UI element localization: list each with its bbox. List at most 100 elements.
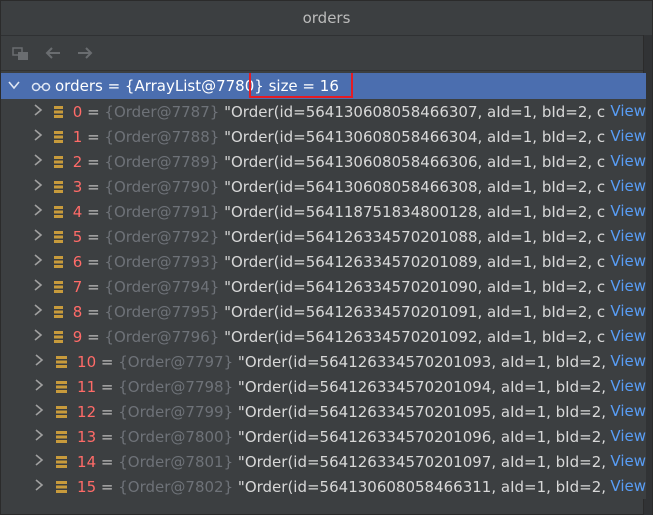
equals-sign: =	[82, 177, 105, 196]
chevron-right-icon[interactable]	[33, 229, 44, 244]
view-link[interactable]: View	[606, 474, 646, 499]
view-link[interactable]: View	[606, 199, 646, 224]
list-item[interactable]: 13 = {Order@7800} "Order(id=564126334570…	[1, 424, 646, 449]
equals-sign: =	[82, 252, 105, 271]
chevron-right-icon[interactable]	[33, 254, 44, 269]
equals-sign: =	[82, 127, 105, 146]
chevron-right-icon[interactable]	[33, 204, 44, 219]
variable-ref: {ArrayList@7780}	[124, 77, 264, 95]
chevron-right-icon[interactable]	[33, 379, 46, 394]
chevron-right-icon[interactable]	[33, 454, 46, 469]
item-ref: {Order@7800}	[118, 427, 234, 446]
item-index: 2	[72, 152, 83, 171]
forward-arrow-icon[interactable]	[73, 41, 97, 65]
item-index: 14	[77, 452, 97, 471]
list-item[interactable]: 14 = {Order@7801} "Order(id=564126334570…	[1, 449, 646, 474]
item-ref: {Order@7801}	[118, 452, 234, 471]
field-stack-icon	[55, 455, 68, 468]
chevron-right-icon[interactable]	[33, 329, 44, 344]
variable-name: orders	[55, 77, 103, 95]
field-stack-icon	[53, 180, 63, 193]
item-value: "Order(id=564126334570201096, aId=1, bId…	[237, 427, 646, 446]
equals-sign: =	[82, 277, 105, 296]
toolbar	[1, 36, 652, 71]
view-link[interactable]: View	[606, 399, 646, 424]
field-stack-icon	[53, 230, 63, 243]
view-link[interactable]: View	[606, 124, 646, 149]
chevron-right-icon[interactable]	[33, 304, 44, 319]
chevron-right-icon[interactable]	[33, 104, 44, 119]
view-link[interactable]: View	[606, 174, 646, 199]
item-index: 15	[77, 477, 97, 496]
view-link[interactable]: View	[606, 299, 646, 324]
chevron-down-icon[interactable]	[7, 79, 21, 93]
chevron-right-icon[interactable]	[33, 129, 44, 144]
list-item[interactable]: 5 = {Order@7792} "Order(id=5641263345702…	[1, 224, 646, 249]
item-ref: {Order@7796}	[104, 327, 220, 346]
list-item[interactable]: 12 = {Order@7799} "Order(id=564126334570…	[1, 399, 646, 424]
item-index: 10	[77, 352, 97, 371]
equals-sign: =	[82, 327, 105, 346]
view-link[interactable]: View	[606, 249, 646, 274]
view-link[interactable]: View	[606, 349, 646, 374]
equals-sign: =	[96, 352, 119, 371]
chevron-right-icon[interactable]	[33, 279, 44, 294]
list-item[interactable]: 3 = {Order@7790} "Order(id=5641306080584…	[1, 174, 646, 199]
item-value: "Order(id=564118751834800128, aId=1, bId…	[224, 202, 646, 221]
tree-frame-icon[interactable]	[9, 41, 33, 65]
view-link[interactable]: View	[606, 374, 646, 399]
item-index: 13	[77, 427, 97, 446]
list-item[interactable]: 10 = {Order@7797} "Order(id=564126334570…	[1, 349, 646, 374]
back-arrow-icon[interactable]	[41, 41, 65, 65]
item-index: 1	[72, 127, 83, 146]
item-value: "Order(id=564126334570201094, aId=1, bId…	[237, 377, 646, 396]
item-value: "Order(id=564130608058466311, aId=1, bId…	[237, 477, 646, 496]
view-link[interactable]: View	[606, 424, 646, 449]
tree-root-row[interactable]: orders = {ArrayList@7780} size = 16	[1, 73, 646, 99]
item-ref: {Order@7791}	[104, 202, 220, 221]
equals-sign: =	[82, 102, 105, 121]
list-item[interactable]: 8 = {Order@7795} "Order(id=5641263345702…	[1, 299, 646, 324]
view-link[interactable]: View	[606, 449, 646, 474]
item-ref: {Order@7802}	[118, 477, 234, 496]
item-value: "Order(id=564126334570201095, aId=1, bId…	[237, 402, 646, 421]
chevron-right-icon[interactable]	[33, 429, 46, 444]
list-item[interactable]: 6 = {Order@7793} "Order(id=5641263345702…	[1, 249, 646, 274]
view-link[interactable]: View	[606, 149, 646, 174]
field-stack-icon	[53, 130, 63, 143]
item-ref: {Order@7787}	[104, 102, 220, 121]
view-link[interactable]: View	[606, 99, 646, 124]
chevron-right-icon[interactable]	[33, 154, 44, 169]
item-value: "Order(id=564126334570201097, aId=1, bId…	[237, 452, 646, 471]
item-value: "Order(id=564130608058466306, aId=1, bId…	[224, 152, 646, 171]
list-item[interactable]: 9 = {Order@7796} "Order(id=5641263345702…	[1, 324, 646, 349]
list-item[interactable]: 7 = {Order@7794} "Order(id=5641263345702…	[1, 274, 646, 299]
list-item[interactable]: 1 = {Order@7788} "Order(id=5641306080584…	[1, 124, 646, 149]
item-value: "Order(id=564126334570201092, aId=1, bId…	[224, 327, 646, 346]
equals-sign: =	[82, 302, 105, 321]
item-index: 3	[72, 177, 83, 196]
chevron-right-icon[interactable]	[33, 479, 46, 494]
list-item[interactable]: 15 = {Order@7802} "Order(id=564130608058…	[1, 474, 646, 499]
equals-sign: =	[82, 227, 105, 246]
item-value: "Order(id=564126334570201089, aId=1, bId…	[224, 252, 646, 271]
equals-sign: =	[96, 402, 119, 421]
view-link[interactable]: View	[606, 224, 646, 249]
watch-glasses-icon	[31, 80, 51, 92]
list-item[interactable]: 2 = {Order@7789} "Order(id=5641306080584…	[1, 149, 646, 174]
list-item[interactable]: 4 = {Order@7791} "Order(id=5641187518348…	[1, 199, 646, 224]
item-index: 8	[72, 302, 83, 321]
list-item[interactable]: 0 = {Order@7787} "Order(id=5641306080584…	[1, 99, 646, 124]
chevron-right-icon[interactable]	[33, 179, 44, 194]
field-stack-icon	[53, 205, 63, 218]
field-stack-icon	[55, 380, 68, 393]
window-title: orders	[1, 1, 652, 36]
equals-sign: =	[96, 377, 119, 396]
chevron-right-icon[interactable]	[33, 404, 46, 419]
list-item[interactable]: 11 = {Order@7798} "Order(id=564126334570…	[1, 374, 646, 399]
field-stack-icon	[55, 405, 68, 418]
view-link[interactable]: View	[606, 324, 646, 349]
item-index: 11	[77, 377, 97, 396]
view-link[interactable]: View	[606, 274, 646, 299]
chevron-right-icon[interactable]	[33, 354, 46, 369]
